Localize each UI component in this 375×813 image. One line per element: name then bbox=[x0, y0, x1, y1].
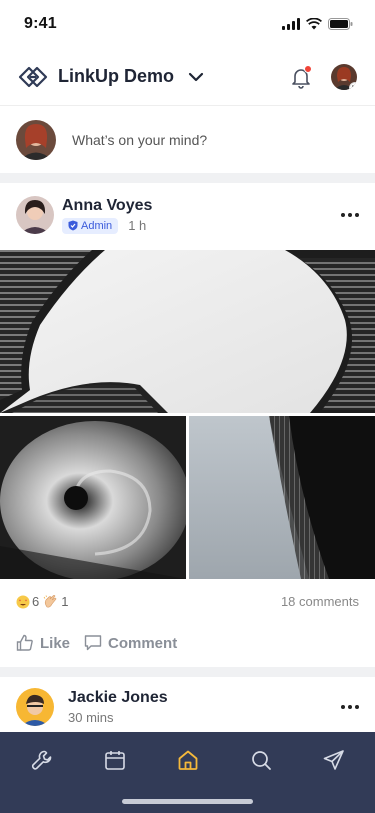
clapping-hands-emoji-icon bbox=[43, 594, 57, 607]
thumbs-up-icon bbox=[16, 634, 33, 651]
reaction-clap[interactable]: 1 bbox=[43, 594, 68, 609]
reaction-count: 1 bbox=[61, 594, 69, 609]
comments-count[interactable]: 18 comments bbox=[281, 594, 359, 609]
calendar-icon bbox=[105, 751, 125, 770]
search-icon bbox=[252, 751, 271, 770]
post-actions: Like Comment bbox=[16, 634, 177, 652]
reactions-row: 6 1 18 comments bbox=[16, 594, 359, 609]
heart-eyes-emoji-icon bbox=[16, 595, 30, 608]
signal-icon bbox=[282, 18, 300, 30]
like-button[interactable]: Like bbox=[16, 634, 70, 652]
header-actions bbox=[289, 63, 357, 90]
post-image[interactable] bbox=[189, 416, 375, 579]
post-header: Jackie Jones 30 mins bbox=[0, 686, 375, 728]
profile-avatar-button[interactable] bbox=[331, 63, 357, 90]
reaction-count: 6 bbox=[32, 594, 40, 609]
wifi-icon bbox=[306, 18, 322, 30]
post-time: 1 h bbox=[128, 218, 147, 233]
nav-tools[interactable] bbox=[28, 746, 56, 774]
divider bbox=[0, 173, 375, 183]
post-image[interactable] bbox=[0, 250, 375, 413]
post-options-button[interactable] bbox=[341, 705, 359, 709]
divider bbox=[0, 667, 375, 677]
reaction-love[interactable]: 6 bbox=[16, 594, 39, 609]
status-icons bbox=[282, 18, 353, 30]
notification-dot bbox=[304, 64, 312, 73]
community-switcher[interactable]: LinkUp Demo bbox=[18, 66, 204, 88]
author-avatar[interactable] bbox=[16, 196, 54, 234]
author-avatar[interactable] bbox=[16, 688, 54, 726]
wrench-icon bbox=[31, 750, 52, 770]
nav-messages[interactable] bbox=[320, 746, 348, 774]
bottom-navigation bbox=[0, 732, 375, 813]
shield-check-icon bbox=[68, 220, 78, 231]
comment-icon bbox=[84, 635, 102, 651]
nav-events[interactable] bbox=[101, 746, 129, 774]
author-name[interactable]: Anna Voyes bbox=[62, 197, 152, 215]
home-icon bbox=[178, 750, 198, 770]
menu-badge-icon bbox=[349, 81, 357, 90]
app-title: LinkUp Demo bbox=[58, 66, 175, 86]
chevron-down-icon[interactable] bbox=[188, 72, 204, 82]
author-name[interactable]: Jackie Jones bbox=[68, 689, 168, 707]
post-subline: Admin 1 h bbox=[62, 217, 152, 234]
linkup-logo-icon bbox=[18, 66, 48, 87]
post-header: Anna Voyes Admin 1 h bbox=[0, 193, 375, 237]
post-options-button[interactable] bbox=[341, 213, 359, 217]
avatar bbox=[16, 120, 56, 160]
post-composer[interactable]: What’s on your mind? bbox=[0, 107, 375, 173]
post-subline: 30 mins bbox=[68, 710, 168, 725]
post-image[interactable] bbox=[0, 416, 186, 579]
badge-label: Admin bbox=[81, 219, 113, 232]
battery-icon bbox=[328, 18, 353, 30]
post-meta: Jackie Jones 30 mins bbox=[68, 689, 168, 725]
like-label: Like bbox=[40, 634, 71, 652]
home-indicator bbox=[122, 799, 253, 804]
admin-badge: Admin bbox=[62, 217, 119, 234]
composer-placeholder[interactable]: What’s on your mind? bbox=[72, 132, 207, 148]
status-time: 9:41 bbox=[24, 15, 57, 32]
post-time: 30 mins bbox=[68, 710, 114, 725]
send-icon bbox=[323, 750, 344, 770]
notifications-button[interactable] bbox=[289, 64, 313, 89]
comment-label: Comment bbox=[108, 634, 178, 652]
post-meta: Anna Voyes Admin 1 h bbox=[62, 197, 152, 234]
nav-search[interactable] bbox=[247, 746, 275, 774]
nav-home[interactable] bbox=[174, 746, 202, 774]
app-header: LinkUp Demo bbox=[0, 48, 375, 106]
comment-button[interactable]: Comment bbox=[84, 634, 177, 652]
status-bar: 9:41 bbox=[0, 0, 375, 48]
